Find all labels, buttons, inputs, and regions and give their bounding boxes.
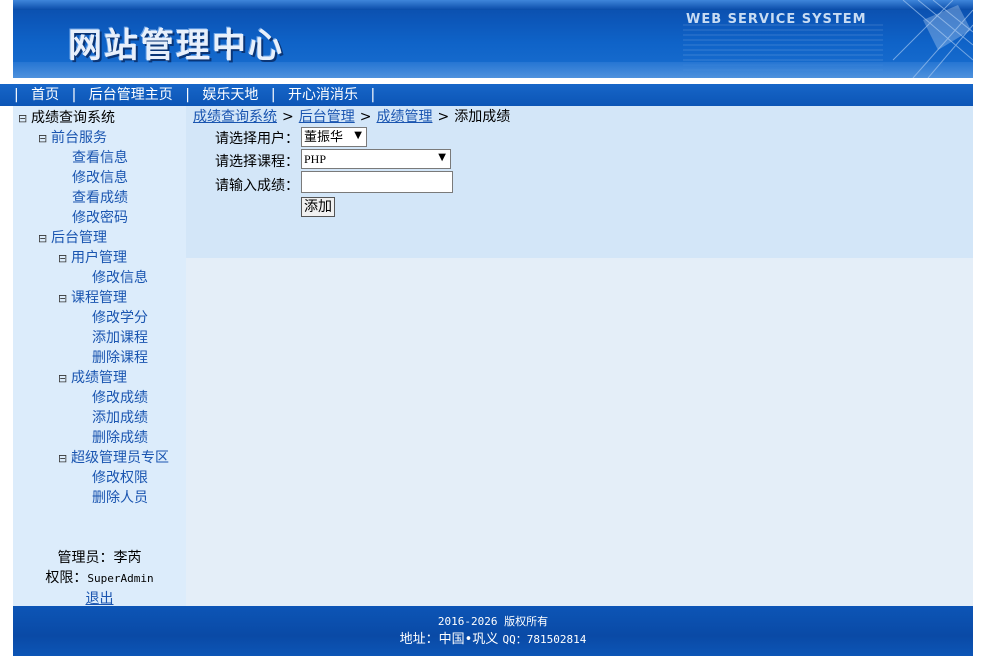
collapse-icon[interactable]: ⊟ [58,289,71,309]
admin-role-value: SuperAdmin [87,572,154,585]
tree-leaf[interactable]: 修改成绩 [13,388,169,408]
content-blank-area [186,258,973,606]
tree-leaf-label[interactable]: 添加课程 [92,330,148,346]
tree-leaf-label[interactable]: 修改密码 [72,210,128,226]
page: 网站管理中心 WEB SERVICE SYSTEM | 首页 | 后台管理主页 … [0,0,973,672]
tree-label[interactable]: 前台服务 [51,130,107,146]
collapse-icon[interactable]: ⊟ [18,109,31,129]
tree-leaf[interactable]: 删除人员 [13,488,169,508]
address-text: 地址：中国•巩义 [399,632,499,647]
tree-leaf-label[interactable]: 删除课程 [92,350,148,366]
form-row-score: 请输入成绩： [215,175,301,195]
add-button[interactable]: 添加 [301,197,335,217]
tree-leaf[interactable]: 添加成绩 [13,408,169,428]
nav-separator: | [71,87,77,103]
tree-leaf-label[interactable]: 修改信息 [72,170,128,186]
site-title: 网站管理中心 [68,26,284,66]
nav-item-home[interactable]: 首页 [31,84,59,106]
banner-glow [13,0,973,10]
form-row-course: 请选择课程： [215,151,301,171]
nav-tree: ⊟ 成绩查询系统 ⊟ 前台服务 查看信息 修改信息 查看成绩 修改密码 ⊟ 后台管理 … [13,108,169,508]
breadcrumb-item[interactable]: 成绩查询系统 [193,109,277,125]
tree-leaf[interactable]: 修改信息 [13,268,169,288]
tree-leaf-label[interactable]: 修改权限 [92,470,148,486]
tree-node-course-mgmt[interactable]: ⊟ 课程管理 [13,288,169,308]
course-select[interactable]: PHP ▼ [301,149,451,169]
tree-leaf[interactable]: 删除课程 [13,348,169,368]
tree-leaf[interactable]: 删除成绩 [13,428,169,448]
collapse-icon[interactable]: ⊟ [38,129,51,149]
tree-leaf-label[interactable]: 修改成绩 [92,390,148,406]
nav-item-entertainment[interactable]: 娱乐天地 [202,84,258,106]
tree-label[interactable]: 后台管理 [51,230,107,246]
nav-separator: | [14,87,19,103]
copyright-text: 2016-2026 版权所有 [437,615,549,628]
nav-separator: | [270,87,276,103]
tree-leaf[interactable]: 修改信息 [13,168,169,188]
tree-leaf-label[interactable]: 查看信息 [72,150,128,166]
footer: 2016-2026 版权所有 地址：中国•巩义 QQ：781502814 [13,606,973,656]
tree-leaf[interactable]: 修改密码 [13,208,169,228]
tree-leaf-label[interactable]: 修改学分 [92,310,148,326]
tree-leaf[interactable]: 修改学分 [13,308,169,328]
tree-leaf-label[interactable]: 查看成绩 [72,190,128,206]
score-input[interactable] [301,171,453,193]
tree-leaf-label[interactable]: 修改信息 [92,270,148,286]
breadcrumb-separator: > [437,109,450,125]
tree-leaf-label[interactable]: 删除人员 [92,490,148,506]
sidebar: ⊟ 成绩查询系统 ⊟ 前台服务 查看信息 修改信息 查看成绩 修改密码 ⊟ 后台管理 … [13,106,186,609]
tree-leaf-label[interactable]: 删除成绩 [92,430,148,446]
nav-separator: | [370,87,376,103]
breadcrumb-item[interactable]: 成绩管理 [376,109,432,125]
tree-leaf[interactable]: 查看信息 [13,148,169,168]
course-select-control[interactable]: PHP [301,149,451,169]
tree-node-user-mgmt[interactable]: ⊟ 用户管理 [13,248,169,268]
tree-label: 成绩查询系统 [31,110,115,126]
tree-label[interactable]: 成绩管理 [71,370,127,386]
breadcrumb-separator: > [359,109,372,125]
tree-label[interactable]: 超级管理员专区 [71,450,169,466]
collapse-icon[interactable]: ⊟ [58,369,71,389]
top-nav: | 首页 | 后台管理主页 | 娱乐天地 | 开心消消乐 | [0,84,973,106]
course-label: 请选择课程： [215,154,299,170]
tree-node-front[interactable]: ⊟ 前台服务 [13,128,169,148]
logout-link[interactable]: 退出 [86,591,114,607]
collapse-icon[interactable]: ⊟ [38,229,51,249]
tree-node-back[interactable]: ⊟ 后台管理 [13,228,169,248]
footer-copyright: 2016-2026 版权所有 [13,606,973,631]
nav-item-game[interactable]: 开心消消乐 [288,84,358,106]
user-select-control[interactable]: 董振华 [301,127,367,147]
admin-name: 管理员：李芮 [57,550,142,566]
nav-item-admin-home[interactable]: 后台管理主页 [89,84,173,106]
form-row-user: 请选择用户： [215,128,301,148]
admin-info: 管理员：李芮 权限：SuperAdmin 退出 [13,548,186,609]
breadcrumb-current: 添加成绩 [454,109,511,125]
admin-role-label: 权限： [45,570,88,586]
decorative-grid-icon [892,0,973,78]
header-banner: 网站管理中心 WEB SERVICE SYSTEM [13,0,973,78]
tree-node-superadmin[interactable]: ⊟ 超级管理员专区 [13,448,169,468]
breadcrumb: 成绩查询系统 > 后台管理 > 成绩管理 > 添加成绩 [193,108,510,126]
system-name: WEB SERVICE SYSTEM [686,12,867,27]
qq-text: QQ：781502814 [502,633,587,646]
nav-separator: | [185,87,190,103]
content-form-panel: 成绩查询系统 > 后台管理 > 成绩管理 > 添加成绩 请选择用户： 董振华 ▼ 请选择课程… [186,106,973,258]
tree-leaf[interactable]: 修改权限 [13,468,169,488]
tree-leaf-label[interactable]: 添加成绩 [92,410,148,426]
breadcrumb-separator: > [282,109,294,125]
tree-label[interactable]: 课程管理 [71,290,127,306]
collapse-icon[interactable]: ⊟ [58,449,71,469]
tree-leaf[interactable]: 添加课程 [13,328,169,348]
breadcrumb-item[interactable]: 后台管理 [299,109,355,125]
collapse-icon[interactable]: ⊟ [58,249,71,269]
footer-address: 地址：中国•巩义 QQ：781502814 [13,631,973,649]
tree-node-root[interactable]: ⊟ 成绩查询系统 [13,108,169,128]
admin-role: 权限：SuperAdmin [13,568,186,589]
score-label: 请输入成绩： [215,178,299,194]
tree-node-score-mgmt[interactable]: ⊟ 成绩管理 [13,368,169,388]
tree-leaf[interactable]: 查看成绩 [13,188,169,208]
tree-label[interactable]: 用户管理 [71,250,127,266]
user-select[interactable]: 董振华 ▼ [301,127,367,147]
user-label: 请选择用户： [215,131,299,147]
